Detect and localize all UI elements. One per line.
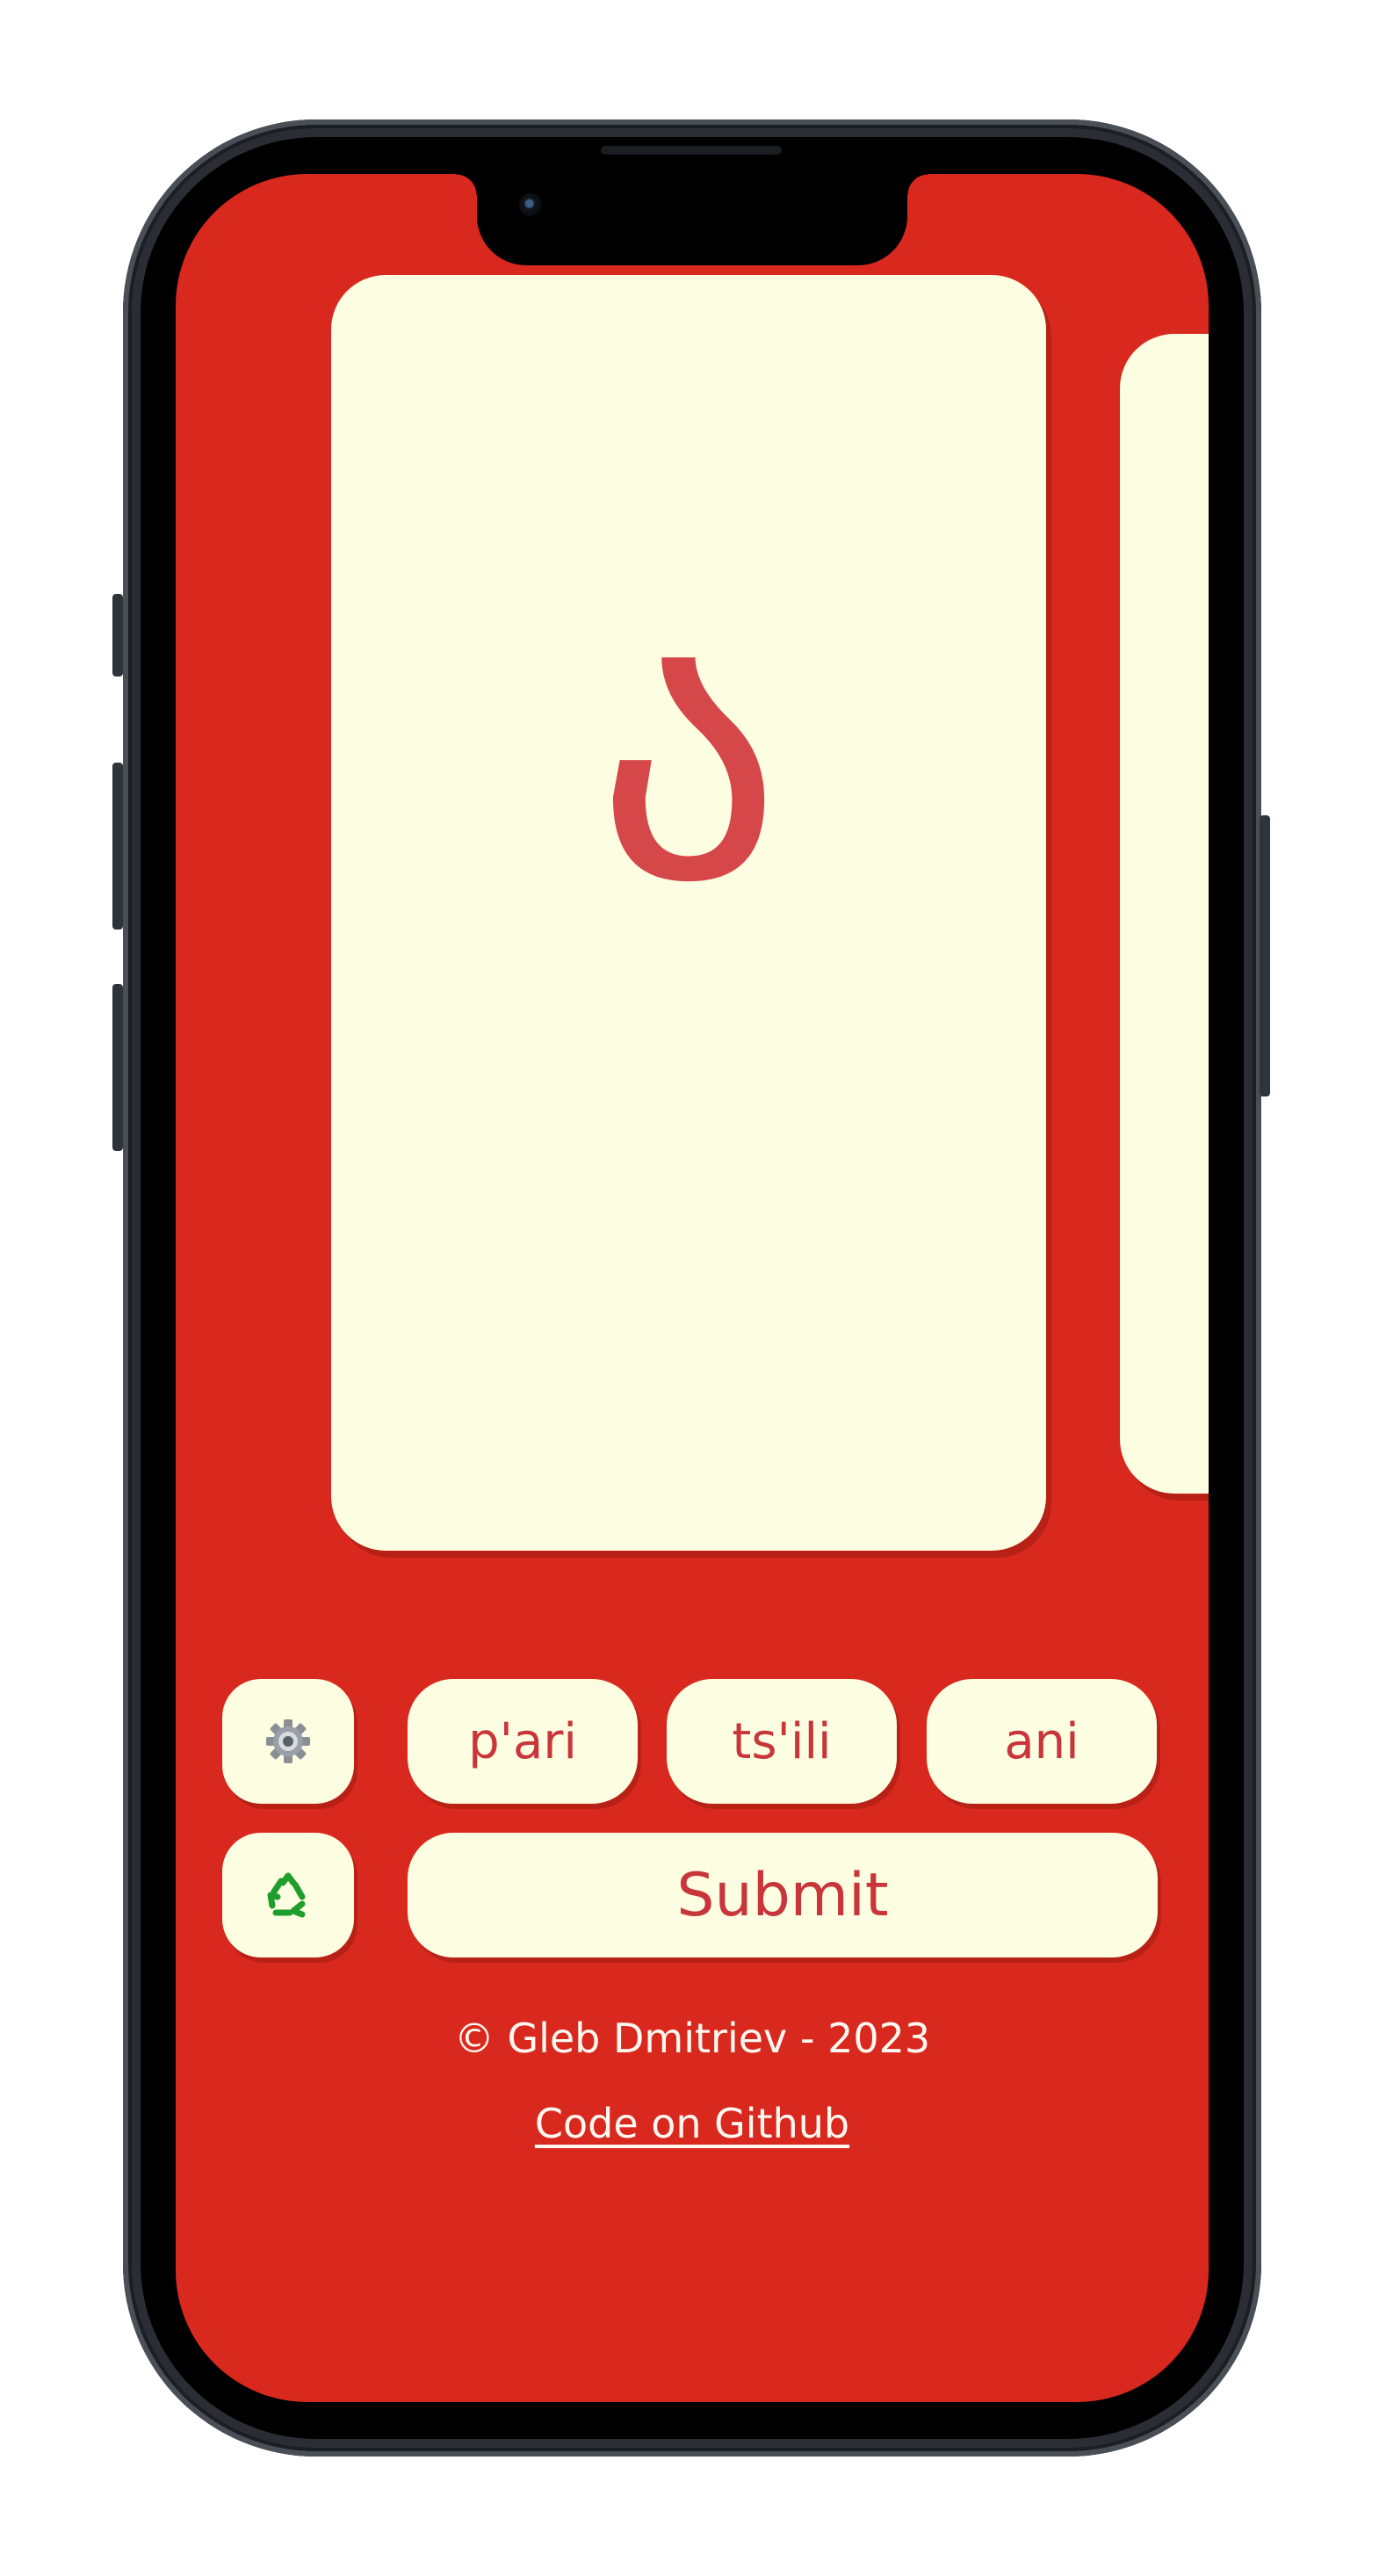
front-camera <box>519 193 542 216</box>
answer-choice-2[interactable]: ts'ili <box>667 1679 897 1804</box>
answer-choice-3[interactable]: ani <box>927 1679 1157 1804</box>
next-flashcard[interactable] <box>1120 334 1209 1494</box>
flashcard[interactable]: ა <box>331 275 1046 1551</box>
action-button <box>112 594 123 677</box>
copyright-text: © Gleb Dmitriev - 2023 <box>453 2015 931 2062</box>
restart-button[interactable] <box>222 1833 354 1957</box>
volume-up-button <box>112 763 123 930</box>
settings-button[interactable] <box>222 1679 354 1804</box>
notch <box>456 174 928 265</box>
app-screen: ა p'ari ts'ili ani Submit © Gleb Dmitrie… <box>176 174 1209 2402</box>
flashcard-letter: ა <box>595 534 783 964</box>
github-link-container: Code on Github <box>176 2100 1209 2147</box>
earpiece-speaker <box>601 146 782 155</box>
gear-icon <box>264 1718 312 1765</box>
power-button <box>1260 815 1270 1096</box>
answer-choice-1[interactable]: p'ari <box>408 1679 638 1804</box>
github-link[interactable]: Code on Github <box>535 2100 849 2147</box>
recycle-icon <box>264 1870 313 1920</box>
volume-down-button <box>112 984 123 1151</box>
submit-button[interactable]: Submit <box>408 1833 1158 1957</box>
